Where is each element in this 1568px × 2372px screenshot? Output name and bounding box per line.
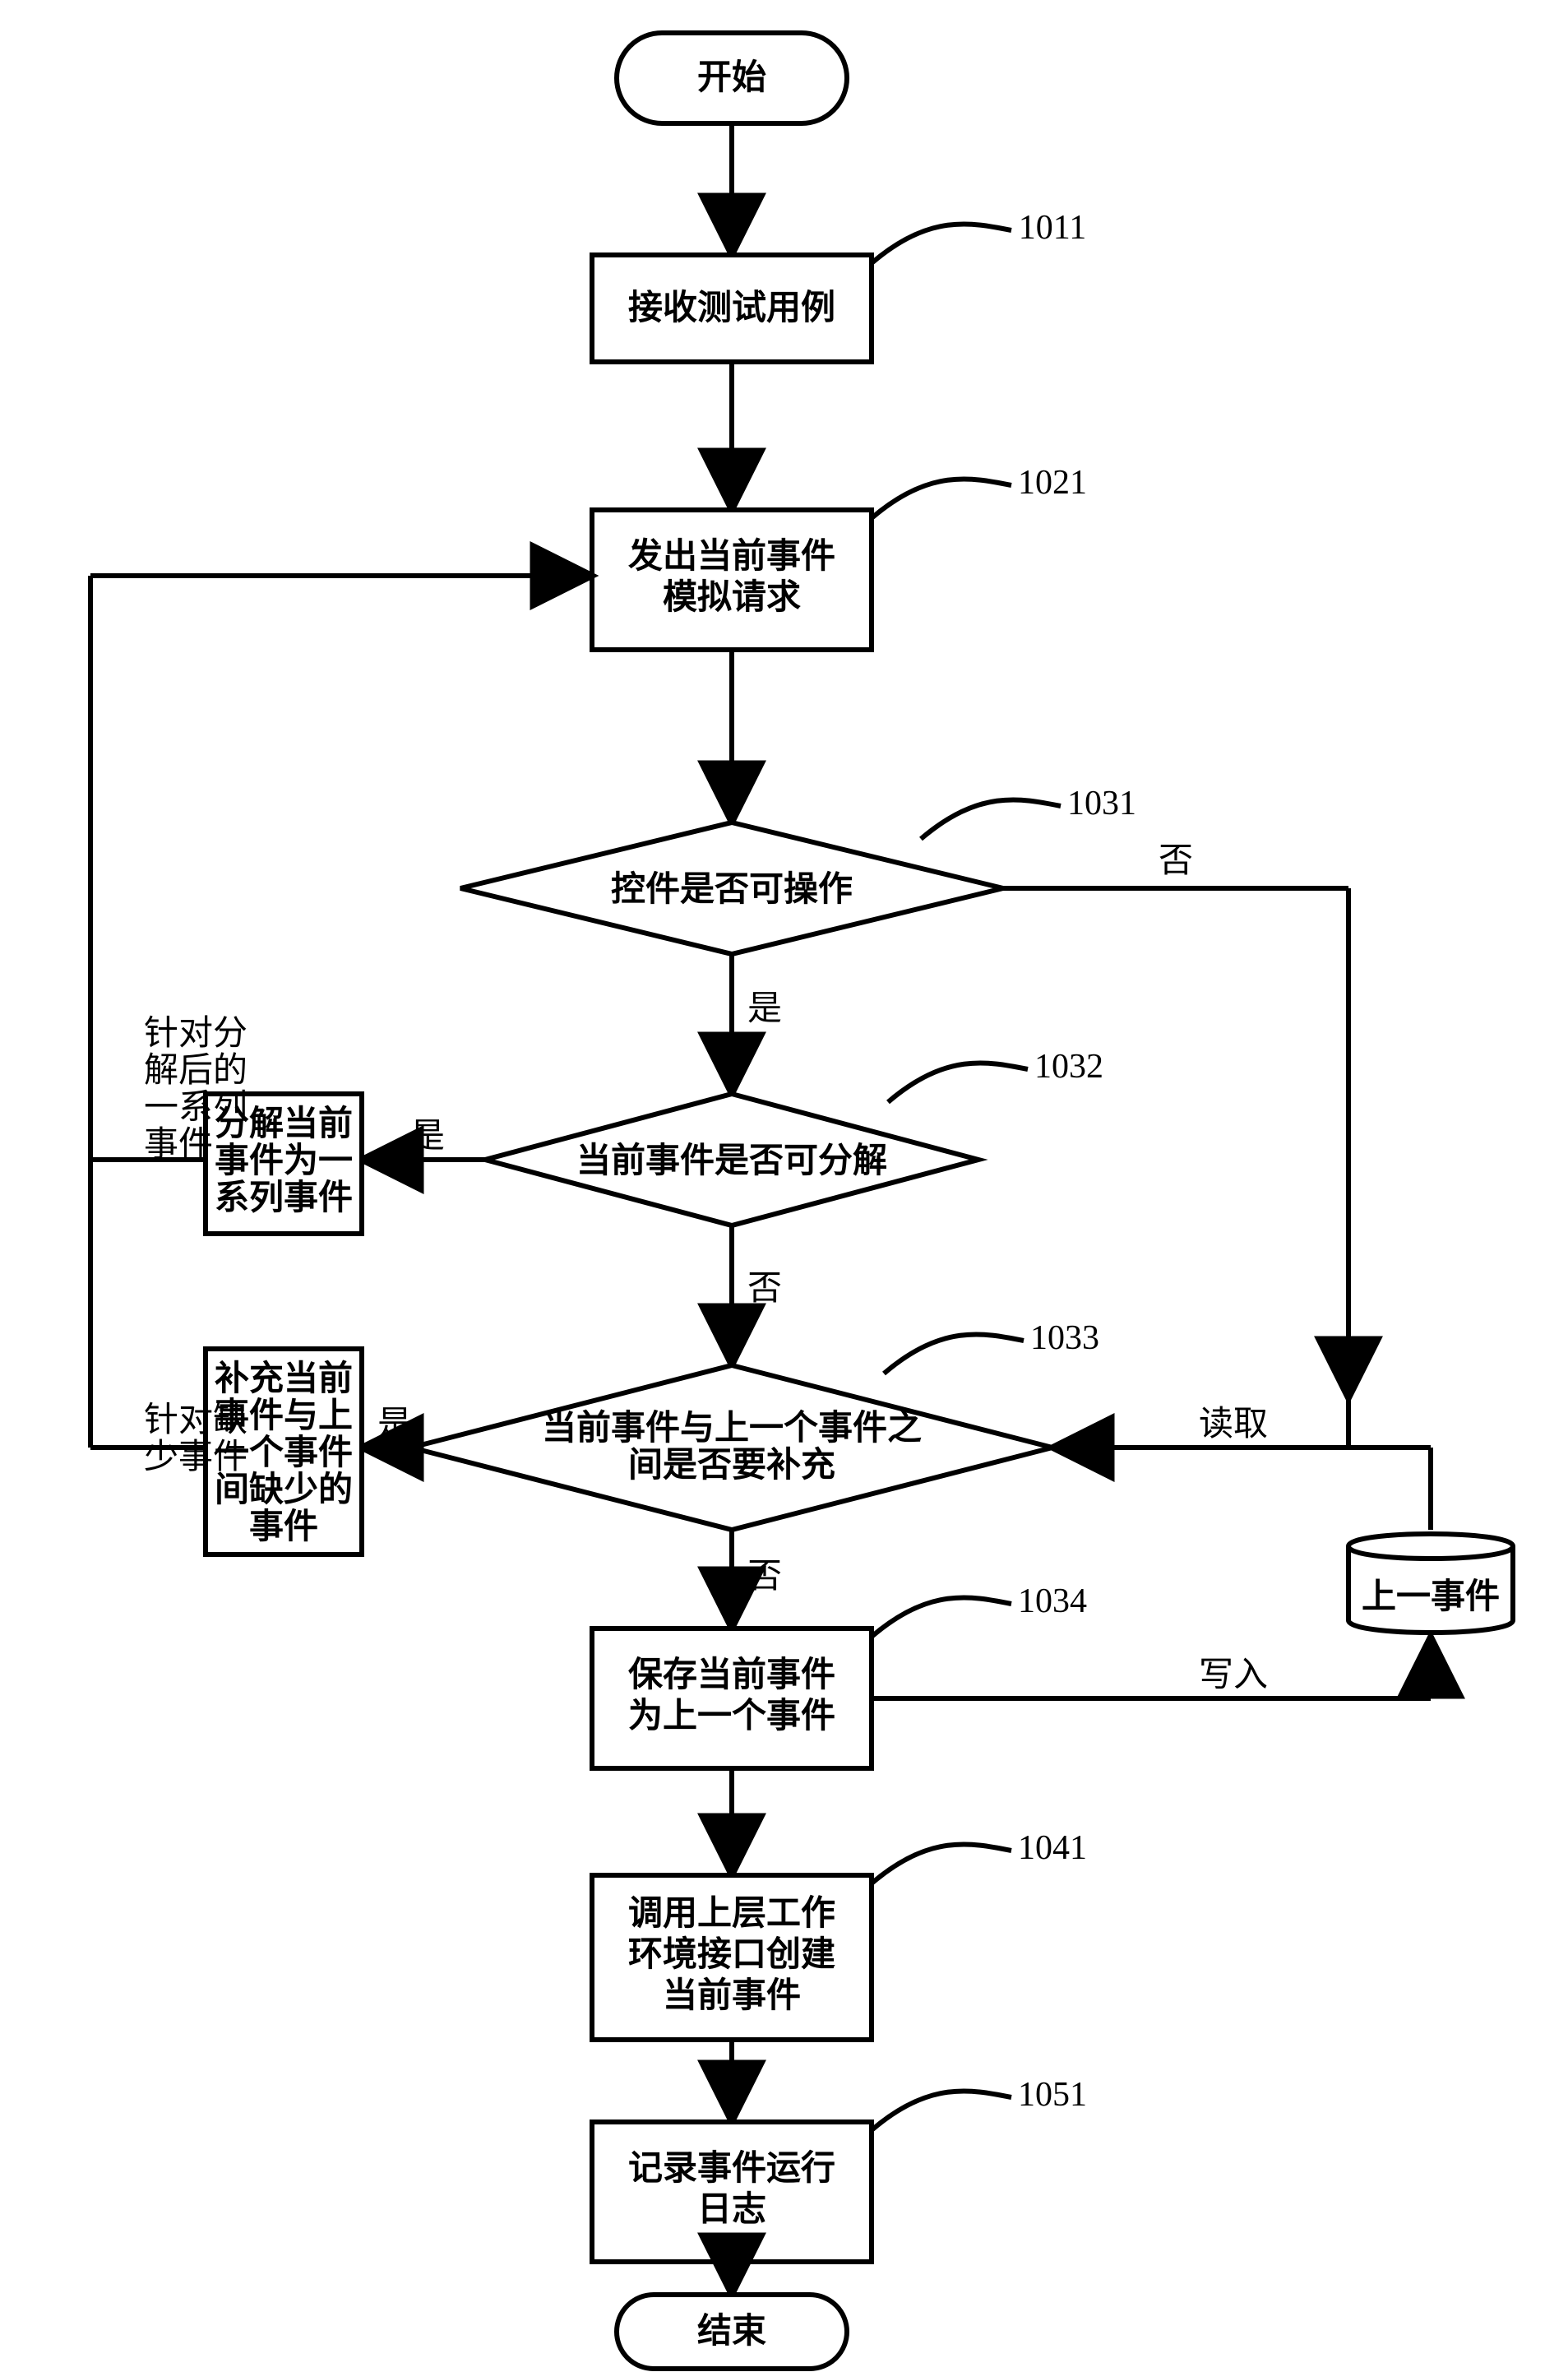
label-1033: 1033 — [1030, 1319, 1099, 1357]
no-1032: 否 — [747, 1270, 782, 1308]
label-1011: 1011 — [1019, 209, 1086, 247]
read-label: 读取 — [1199, 1406, 1268, 1443]
decompose-side-4: 事件 — [144, 1126, 213, 1164]
step-1011-text: 接收测试用例 — [628, 289, 835, 327]
supplement-side-1: 针对缺 — [144, 1401, 247, 1439]
write-label: 写入 — [1199, 1656, 1268, 1694]
decompose-side-2: 解后的 — [144, 1052, 247, 1090]
no-1031: 否 — [1159, 842, 1193, 880]
label-1034: 1034 — [1018, 1582, 1087, 1620]
step-1041-line3: 当前事件 — [663, 1976, 801, 2015]
step-1021-line2: 模拟请求 — [663, 578, 801, 617]
supplement-side-2: 少事件 — [144, 1438, 247, 1476]
step-1041-line1: 调用上层工作 — [628, 1894, 835, 1933]
decompose-line2: 事件为一 — [215, 1142, 353, 1180]
supplement-line5: 事件 — [249, 1508, 318, 1546]
label-1031: 1031 — [1067, 785, 1136, 822]
decompose-side-3: 一系列 — [144, 1089, 247, 1127]
start-label: 开始 — [697, 58, 766, 97]
step-1021-line1: 发出当前事件 — [628, 537, 835, 576]
label-1032: 1032 — [1034, 1048, 1103, 1086]
step-1051-line2: 日志 — [697, 2190, 766, 2229]
yes-1032: 是 — [410, 1118, 445, 1156]
yes-1031: 是 — [747, 990, 782, 1028]
datastore-text: 上一事件 — [1362, 1577, 1500, 1616]
supplement-line1: 补充当前 — [215, 1360, 353, 1398]
flowchart: 开始 接收测试用例 1011 发出当前事件 模拟请求 1021 控件是否可操作 … — [0, 0, 1568, 2372]
decision-1032-text: 当前事件是否可分解 — [576, 1142, 887, 1180]
decompose-side-1: 针对分 — [144, 1015, 247, 1053]
label-1021: 1021 — [1018, 464, 1087, 502]
label-1041: 1041 — [1018, 1829, 1087, 1867]
decision-1033-line2: 间是否要补充 — [628, 1446, 835, 1485]
step-1034-line1: 保存当前事件 — [628, 1656, 835, 1694]
decompose-line3: 系列事件 — [215, 1179, 353, 1217]
supplement-line4: 间缺少的 — [215, 1471, 353, 1509]
decision-1031-text: 控件是否可操作 — [611, 870, 853, 909]
decision-1033-line1: 当前事件与上一个事件之 — [542, 1409, 922, 1448]
step-1051-line1: 记录事件运行 — [628, 2149, 835, 2188]
end-label: 结束 — [697, 2312, 766, 2351]
yes-1033: 是 — [377, 1406, 412, 1443]
no-1033: 否 — [747, 1558, 782, 1596]
label-1051: 1051 — [1018, 2076, 1087, 2114]
step-1041-line2: 环境接口创建 — [628, 1935, 835, 1974]
step-1034-line2: 为上一个事件 — [628, 1697, 835, 1735]
